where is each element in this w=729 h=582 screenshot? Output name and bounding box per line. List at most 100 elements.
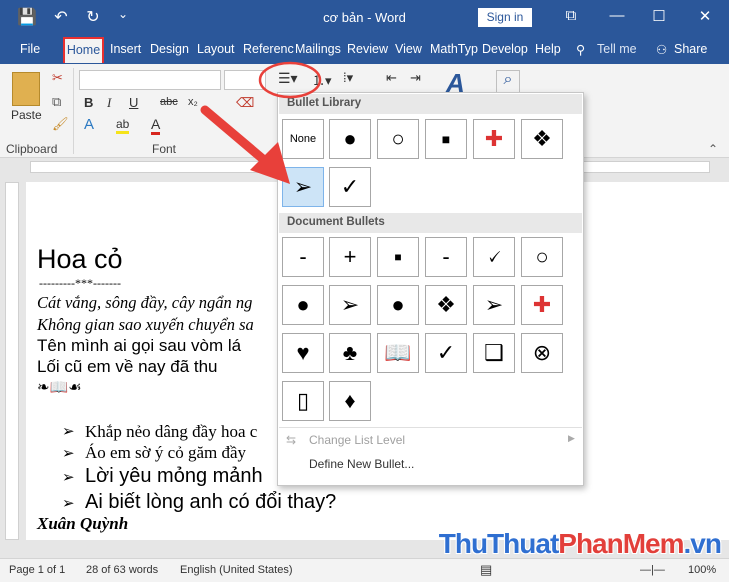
- text-effects-button[interactable]: A: [84, 116, 94, 133]
- tab-insert[interactable]: Insert: [110, 42, 141, 56]
- doc-bullet-arrow-option[interactable]: ➢: [473, 285, 515, 325]
- lightbulb-icon: ⚲: [576, 43, 586, 57]
- doc-bullet-rectangle-option[interactable]: ▯: [282, 381, 324, 421]
- sign-in-button[interactable]: Sign in: [478, 8, 532, 27]
- zoom-level[interactable]: 100%: [688, 564, 716, 576]
- clear-formatting-icon[interactable]: ⌫: [236, 95, 254, 111]
- group-divider: [73, 68, 74, 154]
- doc-bullet-club-option[interactable]: ♣: [329, 333, 371, 373]
- doc-bullet-check-option[interactable]: 🗸: [473, 237, 515, 277]
- page-count[interactable]: Page 1 of 1: [9, 564, 65, 576]
- doc-bullet-hollow-circle-option[interactable]: ○: [521, 237, 563, 277]
- title-bar: 💾 ↶ ↻ ⌄ cơ bản - Word Sign in ⧉ — ☐ ✕: [0, 0, 729, 36]
- tell-me-search[interactable]: Tell me: [597, 42, 637, 56]
- doc-bullet-filled-circle-option[interactable]: ●: [282, 285, 324, 325]
- paste-button[interactable]: Paste: [11, 108, 42, 122]
- clipboard-group-label: Clipboard: [6, 142, 58, 156]
- doc-bullet-square-option[interactable]: ■: [377, 237, 419, 277]
- bullets-dropdown: Bullet Library None ● ○ ■ ✚ ❖ ➢ ✓ Docume…: [277, 92, 584, 486]
- print-layout-icon[interactable]: ▤: [480, 562, 492, 578]
- tab-design[interactable]: Design: [150, 42, 189, 56]
- tab-view[interactable]: View: [395, 42, 422, 56]
- doc-bullet-4: Ai biết lòng anh có đổi thay?: [85, 491, 337, 513]
- person-icon: ⚇: [656, 43, 668, 57]
- multilevel-list-button[interactable]: ⁞▾: [343, 70, 353, 86]
- tab-references[interactable]: Referenc: [243, 42, 294, 56]
- change-level-icon: ⇆: [286, 433, 297, 447]
- ribbon-display-options-icon[interactable]: ⧉: [556, 7, 586, 24]
- bullets-button[interactable]: ☰▾: [278, 70, 298, 87]
- tab-home[interactable]: Home: [63, 37, 104, 63]
- strikethrough-button[interactable]: abc: [160, 96, 178, 108]
- tab-file[interactable]: File: [20, 42, 40, 56]
- bullet-diamond-option[interactable]: ❖: [521, 119, 563, 159]
- document-bullets-header: Document Bullets: [279, 213, 582, 233]
- vertical-ruler: [5, 182, 19, 540]
- bullet-checkmark-option[interactable]: ✓: [329, 167, 371, 207]
- tab-mailings[interactable]: Mailings: [295, 42, 341, 56]
- italic-button[interactable]: I: [107, 95, 111, 111]
- highlight-button[interactable]: ab: [116, 117, 130, 134]
- word-count[interactable]: 28 of 63 words: [86, 564, 158, 576]
- doc-bullet-symbol-option[interactable]: ⊗: [521, 333, 563, 373]
- bullet-cross-option[interactable]: ✚: [473, 119, 515, 159]
- doc-bullet-dash-option[interactable]: -: [282, 237, 324, 277]
- underline-button[interactable]: U: [129, 95, 138, 110]
- status-bar: Page 1 of 1 28 of 63 words English (Unit…: [0, 558, 729, 582]
- decrease-indent-button[interactable]: ⇤: [386, 70, 397, 86]
- numbering-button[interactable]: ⒈▾: [312, 70, 332, 89]
- minimize-button[interactable]: —: [602, 7, 632, 24]
- increase-indent-button[interactable]: ⇥: [410, 70, 421, 86]
- doc-bullet-arrow-option[interactable]: ➢: [329, 285, 371, 325]
- bullet-none-option[interactable]: None: [282, 119, 324, 159]
- zoom-slider[interactable]: —|—: [640, 564, 665, 576]
- doc-separator: ---------***-------: [39, 276, 121, 290]
- change-list-level-item[interactable]: Change List Level: [309, 433, 405, 447]
- submenu-arrow-icon: ▶: [568, 433, 575, 443]
- doc-line-1: Cát vắng, sông đầy, cây ngẩn ng: [37, 293, 253, 312]
- clipboard-paste-icon[interactable]: [12, 72, 40, 106]
- subscript-button[interactable]: x₂: [188, 96, 198, 108]
- doc-bullet-3: Lời yêu mỏng mảnh: [85, 465, 263, 487]
- bold-button[interactable]: B: [84, 95, 93, 110]
- doc-title: Hoa cỏ: [37, 244, 123, 274]
- copy-icon[interactable]: ⧉: [52, 94, 61, 110]
- doc-bullet-heart-option[interactable]: ♥: [282, 333, 324, 373]
- share-button[interactable]: Share: [674, 42, 707, 56]
- font-size-combo[interactable]: [224, 70, 266, 90]
- doc-bullet-diamond-option[interactable]: ❖: [425, 285, 467, 325]
- doc-bullet-cross-option[interactable]: ✚: [521, 285, 563, 325]
- bullet-glyph-icon: ➢: [62, 470, 75, 486]
- close-button[interactable]: ✕: [690, 7, 720, 25]
- bullet-hollow-circle-option[interactable]: ○: [377, 119, 419, 159]
- doc-ornament: ❧📖☙: [37, 380, 82, 396]
- language-status[interactable]: English (United States): [180, 564, 293, 576]
- doc-line-3: Tên mình ai gọi sau vòm lá: [37, 336, 242, 355]
- doc-bullet-plus-option[interactable]: +: [329, 237, 371, 277]
- doc-bullet-shadow-box-option[interactable]: ❑: [473, 333, 515, 373]
- format-painter-icon[interactable]: 🖌: [52, 116, 69, 132]
- doc-bullet-book-option[interactable]: 📖: [377, 333, 419, 373]
- tab-help[interactable]: Help: [535, 42, 561, 56]
- tab-layout[interactable]: Layout: [197, 42, 235, 56]
- bullet-glyph-icon: ➢: [62, 446, 75, 462]
- font-name-combo[interactable]: [79, 70, 221, 90]
- define-new-bullet-item[interactable]: Define New Bullet...: [309, 457, 414, 471]
- maximize-button[interactable]: ☐: [644, 7, 674, 25]
- doc-bullet-check-option[interactable]: ✓: [425, 333, 467, 373]
- tab-review[interactable]: Review: [347, 42, 388, 56]
- collapse-ribbon-icon[interactable]: ⌃: [708, 142, 718, 156]
- cut-icon[interactable]: ✂: [52, 70, 63, 86]
- find-button[interactable]: ⌕: [496, 70, 520, 94]
- bullet-library-header: Bullet Library: [279, 94, 582, 114]
- bullet-arrow-option[interactable]: ➢: [282, 167, 324, 207]
- doc-bullet-filled-circle-option[interactable]: ●: [377, 285, 419, 325]
- bullet-square-option[interactable]: ■: [425, 119, 467, 159]
- tab-developer[interactable]: Develop: [482, 42, 528, 56]
- doc-bullet-dash-option[interactable]: -: [425, 237, 467, 277]
- bullet-filled-circle-option[interactable]: ●: [329, 119, 371, 159]
- font-color-button[interactable]: A: [151, 116, 161, 135]
- font-group-label: Font: [152, 142, 177, 156]
- tab-mathtype[interactable]: MathTyp: [430, 42, 478, 56]
- doc-bullet-diamond-option[interactable]: ♦: [329, 381, 371, 421]
